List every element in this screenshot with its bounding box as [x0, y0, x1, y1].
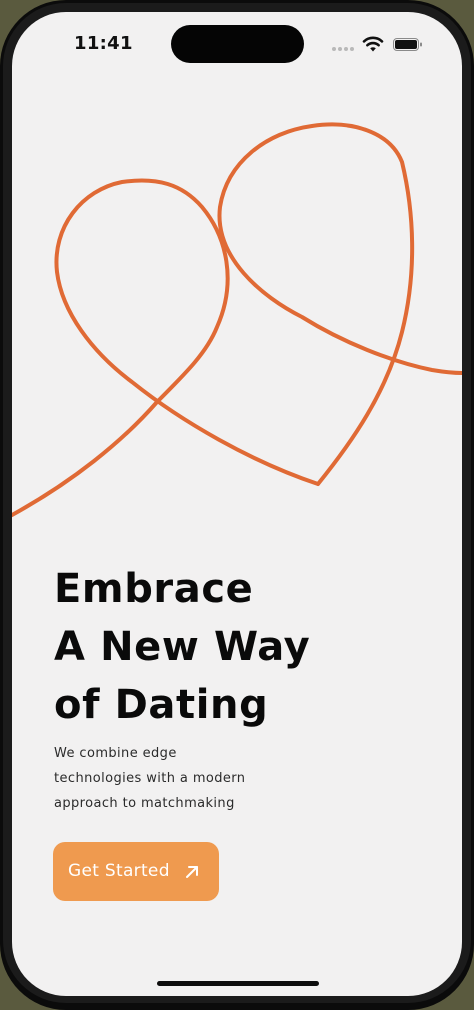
left-heart-line — [12, 178, 320, 517]
hearts-illustration — [12, 122, 462, 517]
headline: Embrace A New Way of Dating — [54, 560, 434, 734]
subtext-line-1: We combine edge — [54, 746, 177, 761]
subtext-line-3: approach to matchmaking — [54, 796, 235, 811]
right-heart-line — [217, 122, 462, 486]
get-started-button[interactable]: Get Started — [53, 842, 219, 901]
arrow-up-right-icon — [186, 866, 198, 878]
subtext: We combine edge technologies with a mode… — [54, 741, 314, 816]
app-screen: 11:41 Embrace A New Way of Dating We com… — [12, 12, 462, 996]
get-started-label: Get Started — [68, 861, 170, 881]
headline-line-3: of Dating — [54, 682, 269, 728]
headline-line-2: A New Way — [54, 624, 311, 670]
subtext-line-2: technologies with a modern — [54, 771, 246, 786]
headline-line-1: Embrace — [54, 566, 254, 612]
home-indicator[interactable] — [157, 981, 319, 986]
phone-frame: 11:41 Embrace A New Way of Dating We com… — [0, 0, 474, 1010]
